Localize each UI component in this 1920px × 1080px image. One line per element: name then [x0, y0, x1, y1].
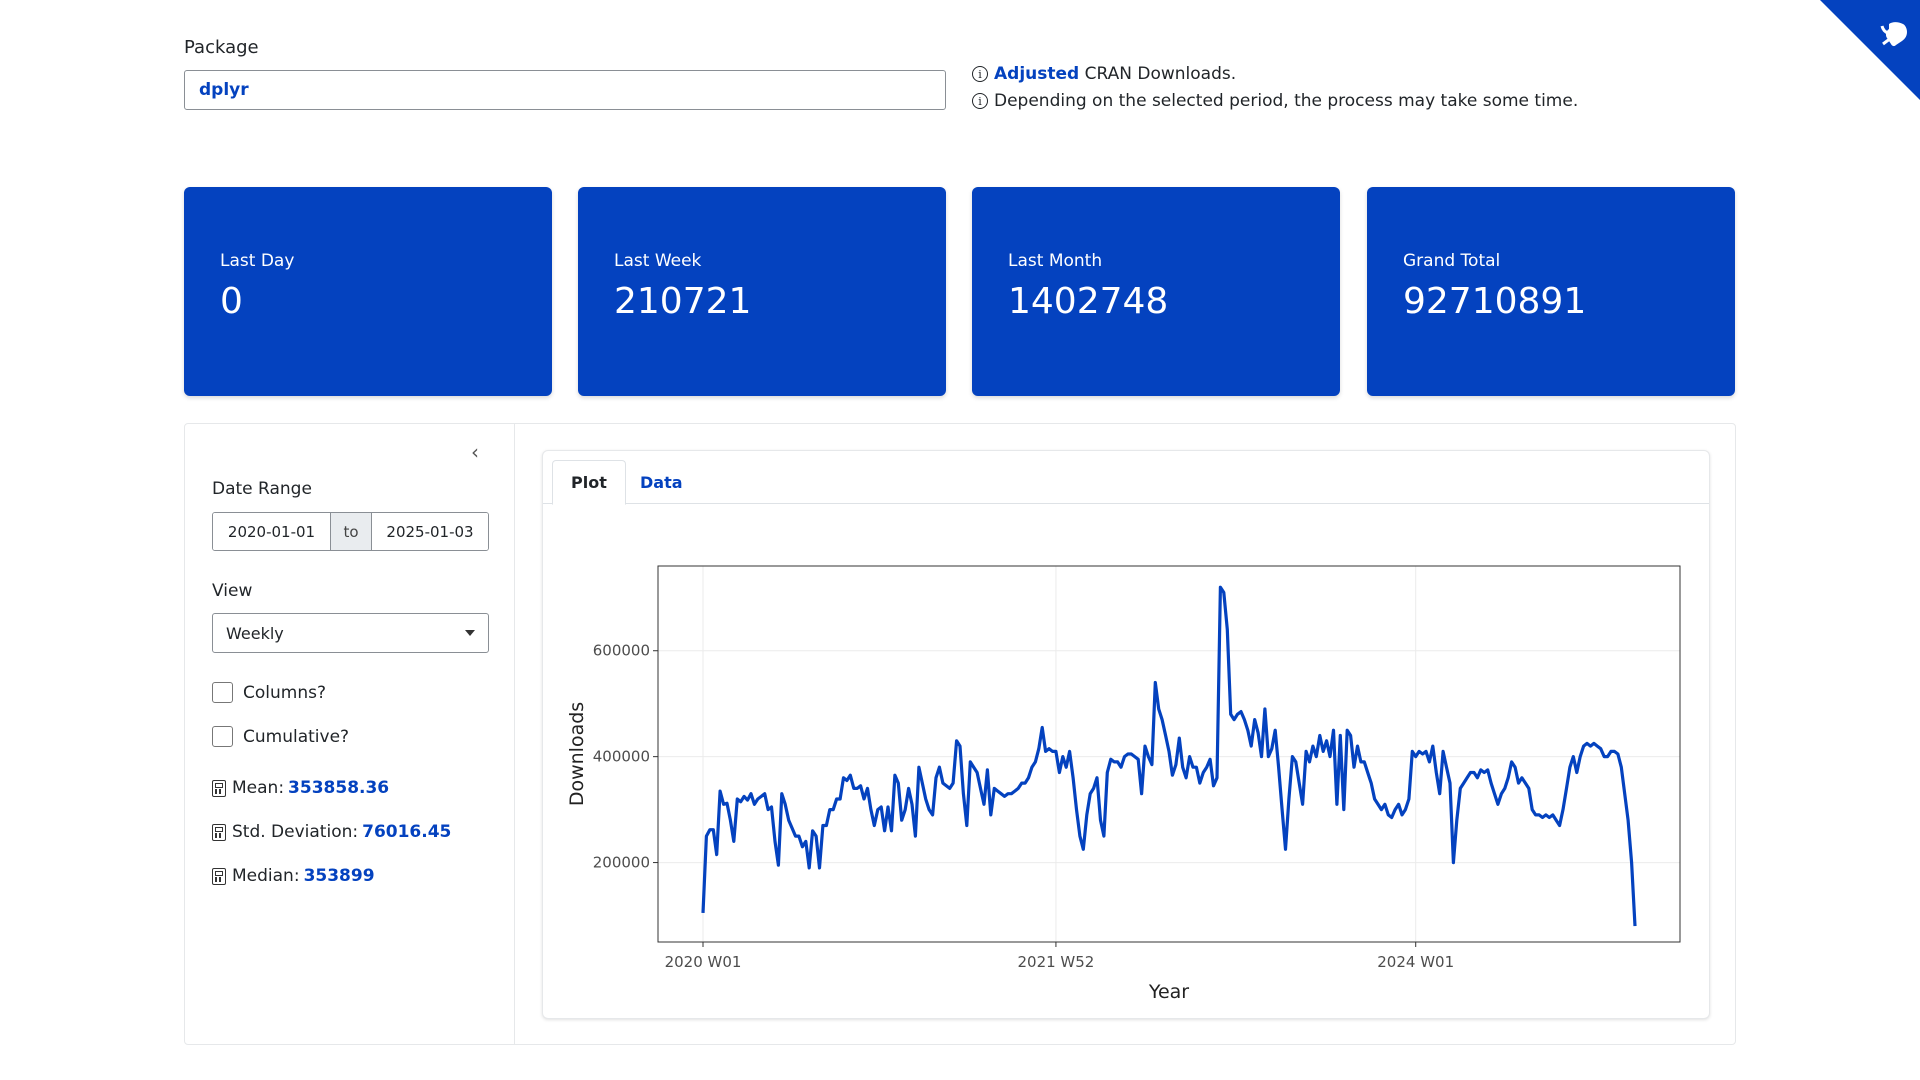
- value-box-last-day: Last Day 0: [184, 187, 552, 396]
- value-box-last-month: Last Month 1402748: [972, 187, 1340, 396]
- calculator-icon: [212, 867, 226, 885]
- median-label: Median:: [232, 866, 300, 886]
- cumulative-checkbox[interactable]: [212, 726, 233, 747]
- view-select[interactable]: Weekly: [212, 613, 489, 653]
- info-line-adjusted: i Adjusted CRAN Downloads.: [972, 64, 1236, 84]
- package-input-value: dplyr: [199, 80, 249, 100]
- layout-sidebar-card: ‹ Date Range 2020-01-01 to 2025-01-03 Vi…: [184, 423, 1736, 1045]
- tab-plot[interactable]: Plot: [552, 460, 626, 505]
- y-tick-label: 600000: [593, 642, 650, 660]
- x-tick-label: 2021 W52: [1017, 953, 1094, 971]
- adjusted-link[interactable]: Adjusted: [994, 64, 1079, 84]
- caret-down-icon: [465, 630, 475, 636]
- package-input[interactable]: dplyr: [184, 70, 946, 110]
- value-box-value: 1402748: [1008, 281, 1169, 322]
- tabset-card: Plot Data 200000 400000 600000 2020 W01 2021…: [542, 450, 1710, 1019]
- sidebar: ‹ Date Range 2020-01-01 to 2025-01-03 Vi…: [185, 424, 515, 1044]
- value-box-value: 0: [220, 281, 243, 322]
- value-box-title: Last Day: [220, 251, 295, 271]
- date-range-label: Date Range: [212, 479, 312, 499]
- date-range-separator: to: [330, 513, 372, 550]
- value-box-grand-total: Grand Total 92710891: [1367, 187, 1735, 396]
- value-box-last-week: Last Week 210721: [578, 187, 946, 396]
- mean-stat: Mean: 353858.36: [212, 778, 389, 798]
- github-corner-icon[interactable]: [1820, 0, 1920, 100]
- package-label: Package: [184, 37, 259, 58]
- info-line-period: i Depending on the selected period, the …: [972, 91, 1578, 111]
- x-axis-title: Year: [1148, 981, 1189, 1003]
- columns-label: Columns?: [243, 682, 326, 703]
- downloads-chart-svg: 200000 400000 600000 2020 W01 2021 W52 2024 W…: [566, 565, 1681, 1003]
- chevron-left-icon[interactable]: ‹: [471, 440, 479, 464]
- date-range-input: 2020-01-01 to 2025-01-03: [212, 512, 489, 551]
- mean-label: Mean:: [232, 778, 285, 798]
- mean-value: 353858.36: [288, 778, 390, 798]
- sd-label: Std. Deviation:: [232, 822, 359, 842]
- columns-checkbox[interactable]: [212, 682, 233, 703]
- calculator-icon: [212, 823, 226, 841]
- view-label: View: [212, 581, 253, 601]
- y-axis-title: Downloads: [566, 702, 588, 806]
- value-box-title: Last Month: [1008, 251, 1103, 271]
- info-line2-text: Depending on the selected period, the pr…: [994, 91, 1579, 111]
- median-stat: Median: 353899: [212, 866, 375, 886]
- tab-data[interactable]: Data: [622, 460, 701, 505]
- x-tick-label: 2024 W01: [1377, 953, 1454, 971]
- y-tick-label: 400000: [593, 748, 650, 766]
- info-line1-text: CRAN Downloads.: [1084, 64, 1237, 84]
- cumulative-label: Cumulative?: [243, 726, 350, 747]
- value-box-value: 210721: [614, 281, 752, 322]
- x-tick-label: 2020 W01: [665, 953, 742, 971]
- value-box-title: Grand Total: [1403, 251, 1501, 271]
- value-box-title: Last Week: [614, 251, 702, 271]
- sd-stat: Std. Deviation: 76016.45: [212, 822, 451, 842]
- sd-value: 76016.45: [362, 822, 452, 842]
- calculator-icon: [212, 779, 226, 797]
- view-select-value: Weekly: [226, 623, 284, 643]
- date-end-input[interactable]: 2025-01-03: [372, 513, 488, 550]
- tab-bar: Plot Data: [543, 451, 1709, 505]
- columns-checkbox-row[interactable]: Columns?: [212, 682, 326, 703]
- date-start-input[interactable]: 2020-01-01: [213, 513, 330, 550]
- info-circle-icon: i: [972, 93, 988, 109]
- y-tick-label: 200000: [593, 854, 650, 872]
- info-circle-icon: i: [972, 66, 988, 82]
- cumulative-checkbox-row[interactable]: Cumulative?: [212, 726, 349, 747]
- downloads-chart: 200000 400000 600000 2020 W01 2021 W52 2024 W…: [543, 511, 1711, 1011]
- median-value: 353899: [303, 866, 375, 886]
- value-box-value: 92710891: [1403, 281, 1587, 322]
